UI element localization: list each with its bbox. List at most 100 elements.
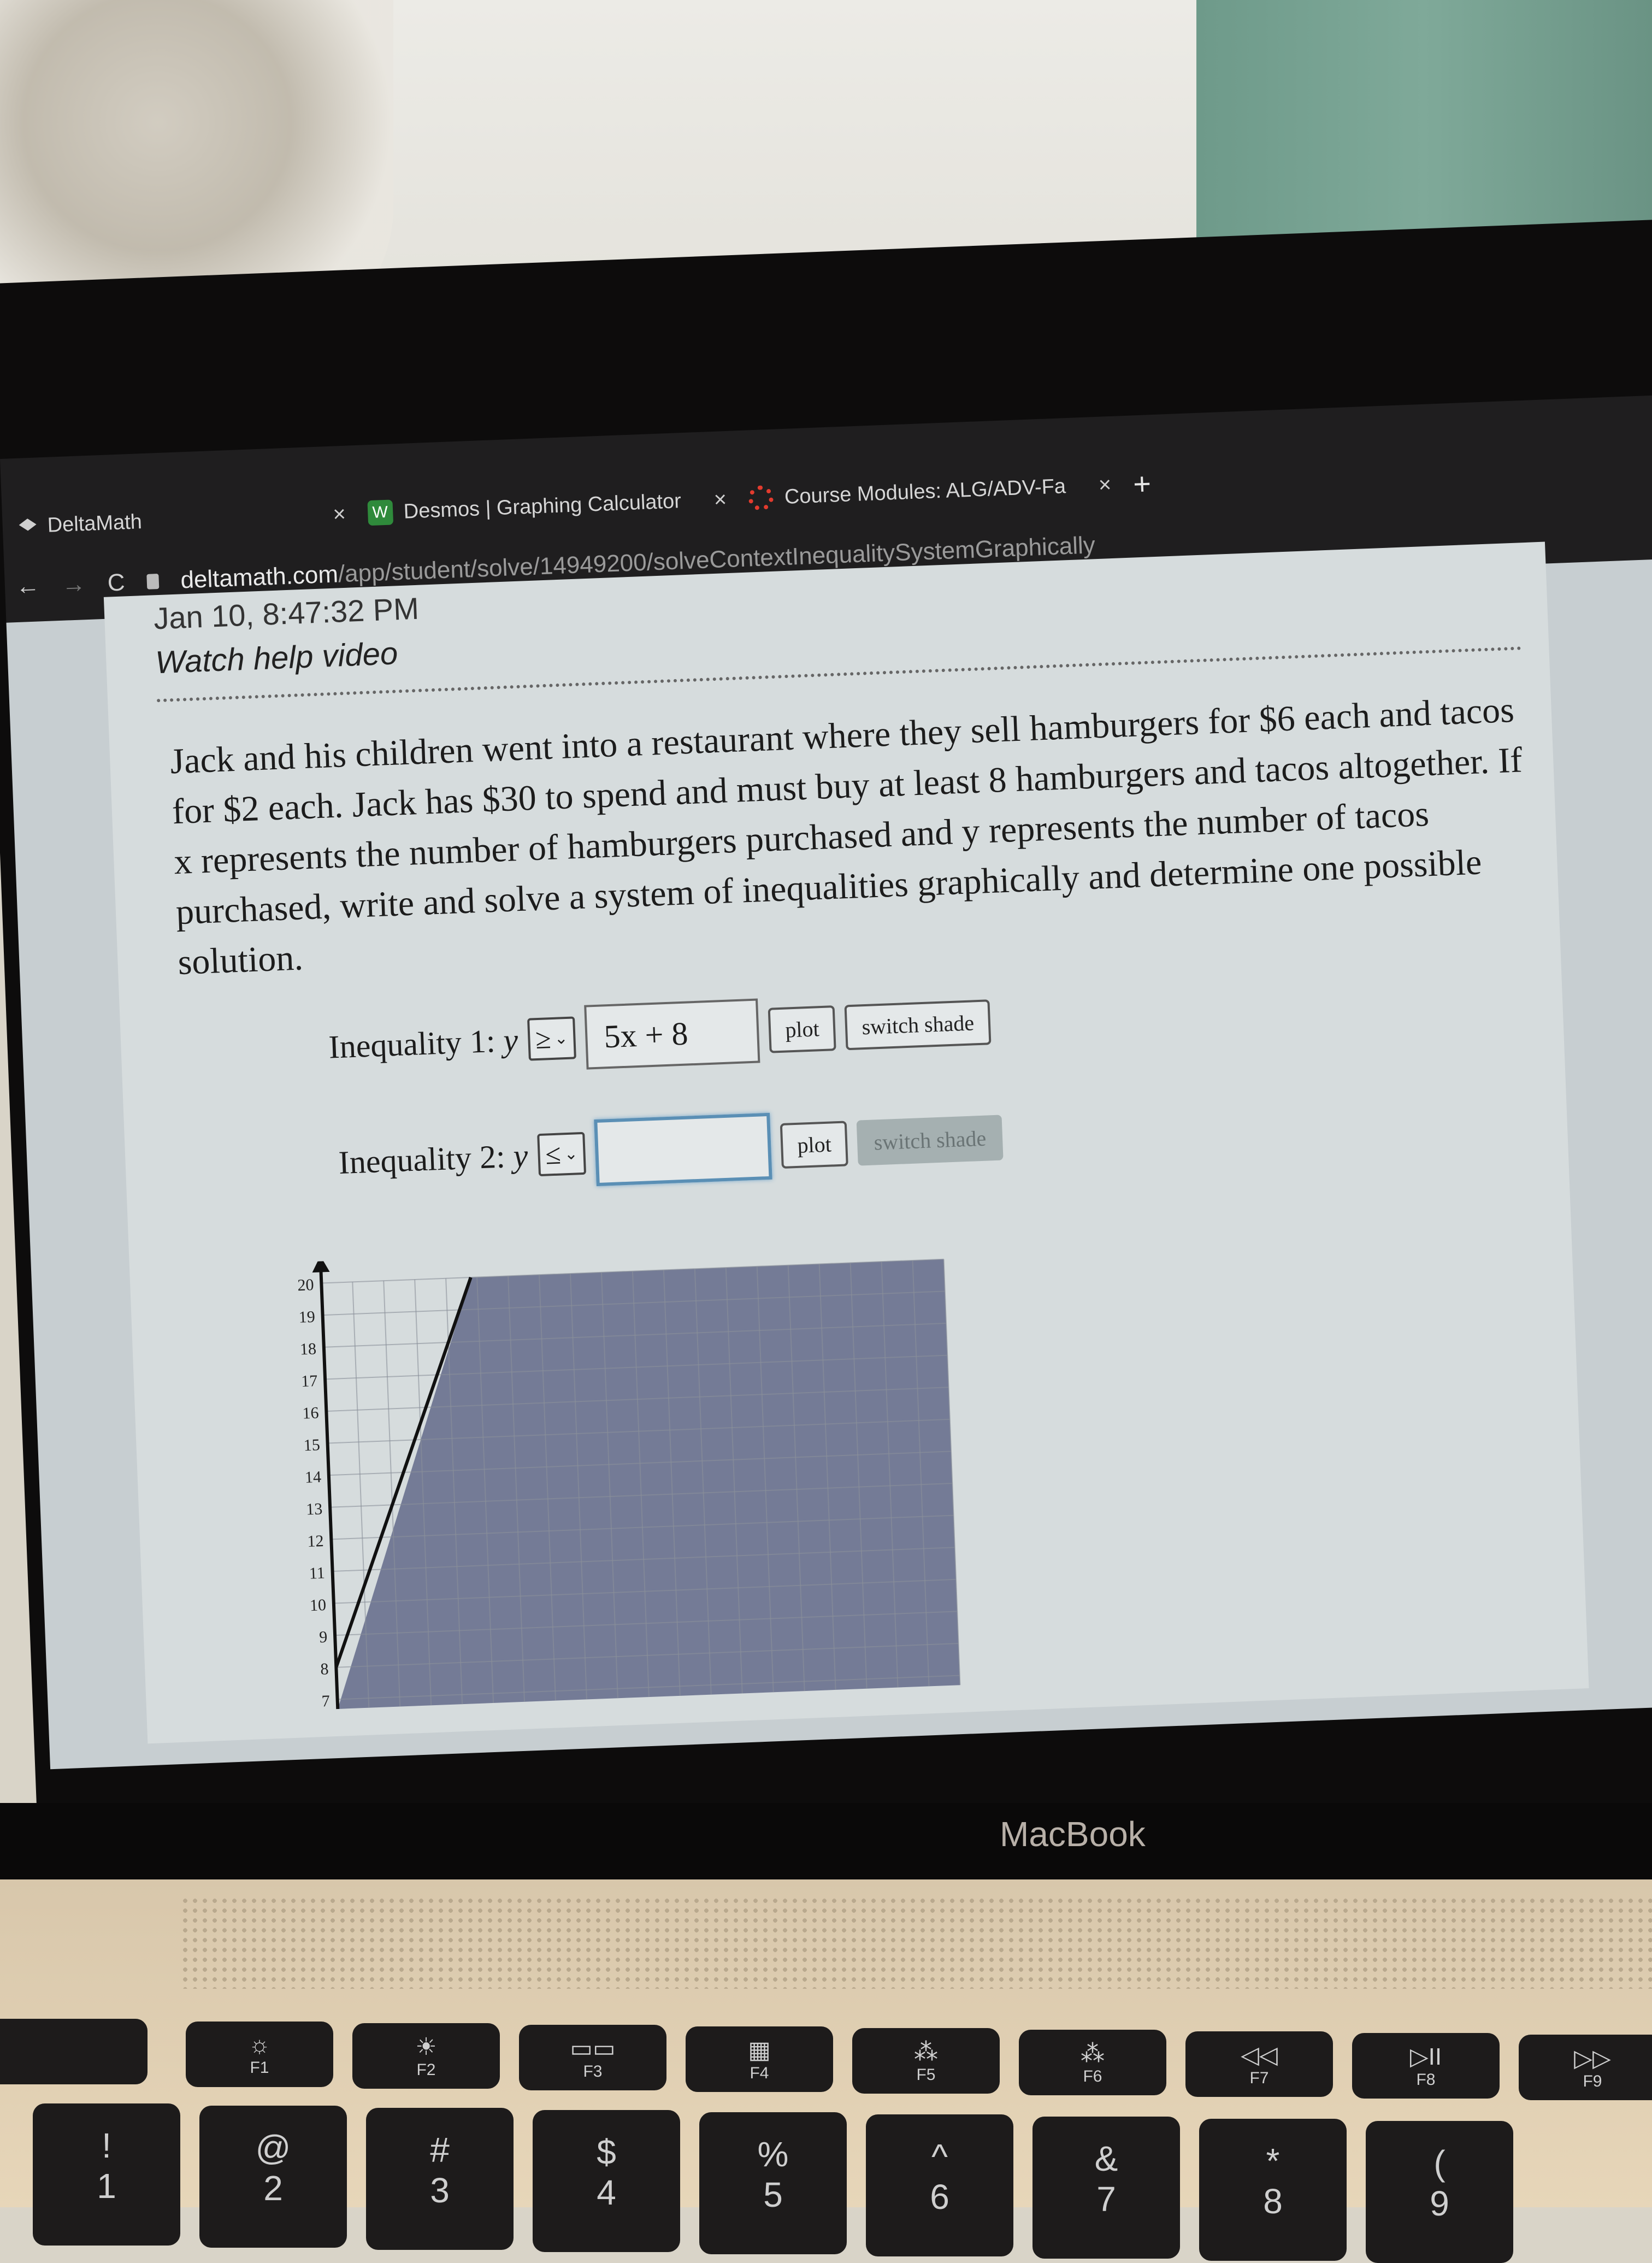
number-key-6[interactable]: ^ 6	[866, 2114, 1013, 2256]
key-glyph-icon: ☀	[415, 2033, 437, 2060]
key-digit: 1	[97, 2166, 116, 2206]
number-key-8[interactable]: * 8	[1199, 2119, 1347, 2261]
inequality-graph[interactable]: y 7 8 9 10 11 12 13 14 15 16 17 18 19 20	[261, 1236, 988, 1722]
y-tick-label: 15	[303, 1436, 320, 1454]
key-glyph-icon: ◁◁	[1241, 2041, 1278, 2068]
inequality-2-label: Inequality 2: y	[338, 1137, 529, 1181]
key-glyph-icon: ▷II	[1409, 2043, 1442, 2070]
key-label: F9	[1583, 2072, 1602, 2090]
y-tick-label: 19	[298, 1308, 315, 1327]
reload-icon[interactable]: C	[107, 569, 126, 597]
function-key-f4[interactable]: ▦ F4	[686, 2026, 833, 2092]
key-label: F3	[583, 2062, 603, 2081]
tab-label: Course Modules: ALG/ADV-Fa	[784, 474, 1066, 509]
y-axis-arrow	[312, 1256, 330, 1273]
key-glyph-icon: ⁂	[914, 2038, 938, 2065]
escape-key[interactable]	[0, 2019, 148, 2084]
key-digit: 4	[597, 2173, 616, 2212]
key-label: F7	[1249, 2068, 1269, 2087]
plot-button-2[interactable]: plot	[780, 1120, 849, 1169]
canvas-icon	[748, 485, 774, 511]
operator-select-1[interactable]: ≥ ⌄	[527, 1016, 577, 1061]
y-tick-label: 14	[304, 1468, 321, 1487]
key-digit: 6	[930, 2177, 949, 2217]
y-tick-label: 18	[299, 1340, 316, 1358]
switch-shade-button-1[interactable]: switch shade	[844, 999, 992, 1050]
tab-course-modules[interactable]: Course Modules: ALG/ADV-Fa ×	[748, 472, 1112, 511]
key-digit: 7	[1096, 2179, 1116, 2219]
problem-card: Jan 10, 8:47:32 PM Watch help video Jack…	[103, 541, 1589, 1744]
operator-select-2[interactable]: ≤ ⌄	[536, 1132, 587, 1177]
key-symbol: #	[430, 2130, 450, 2170]
function-key-f3[interactable]: ▭▭ F3	[519, 2025, 666, 2090]
function-key-f9[interactable]: ▷▷ F9	[1519, 2035, 1652, 2100]
expression-input-1[interactable]: 5x + 8	[584, 998, 760, 1070]
close-tab-icon[interactable]: ×	[1098, 472, 1112, 497]
key-glyph-icon: ☼	[248, 2031, 271, 2058]
switch-shade-button-2: switch shade	[857, 1115, 1004, 1166]
number-key-4[interactable]: $4	[533, 2110, 680, 2252]
key-label: F6	[1083, 2067, 1102, 2085]
function-key-f5[interactable]: ⁂ F5	[852, 2028, 1000, 2094]
speaker-grille	[180, 1896, 1652, 1989]
plot-button-1[interactable]: plot	[768, 1005, 837, 1053]
function-key-f6[interactable]: ⁂ F6	[1019, 2030, 1166, 2095]
function-key-f7[interactable]: ◁◁ F7	[1185, 2031, 1333, 2097]
number-key-7[interactable]: & 7	[1032, 2117, 1180, 2259]
timestamp: Jan 10, 8:47:32 PM	[153, 591, 420, 636]
key-symbol: !	[102, 2126, 111, 2165]
key-glyph-icon: ▭▭	[570, 2035, 616, 2062]
y-axis-label: y	[312, 1236, 323, 1255]
number-key-1[interactable]: ! 1	[33, 2103, 180, 2246]
back-icon[interactable]: ←	[15, 572, 40, 600]
key-symbol: (	[1433, 2143, 1446, 2183]
key-glyph-icon: ▷▷	[1574, 2044, 1611, 2072]
y-tick-label: 16	[302, 1404, 319, 1422]
y-tick-label: 20	[297, 1276, 314, 1294]
graduation-cap-icon	[19, 518, 37, 534]
key-glyph-icon: ▦	[748, 2036, 771, 2064]
key-symbol: *	[1266, 2141, 1280, 2181]
desmos-icon: W	[367, 499, 393, 526]
y-tick-label: 7	[321, 1692, 330, 1711]
watch-help-video-link[interactable]: Watch help video	[155, 635, 398, 681]
key-symbol: %	[757, 2135, 789, 2174]
tab-label: DeltaMath	[46, 510, 143, 537]
expression-input-2[interactable]	[594, 1112, 772, 1187]
number-key-9[interactable]: (9	[1366, 2121, 1513, 2263]
inequality-1-label: Inequality 1: y	[328, 1021, 519, 1065]
y-tick-label: 13	[306, 1500, 323, 1518]
y-tick-label: 17	[301, 1372, 318, 1390]
key-digit: 2	[263, 2168, 283, 2208]
new-tab-button[interactable]: +	[1132, 465, 1152, 502]
problem-text: Jack and his children went into a restau…	[169, 689, 1523, 983]
key-digit: 5	[763, 2175, 783, 2214]
number-key-2[interactable]: @2	[199, 2106, 347, 2248]
function-key-f8[interactable]: ▷II F8	[1352, 2033, 1500, 2099]
function-key-f1[interactable]: ☼ F1	[186, 2022, 333, 2087]
tab-label: Desmos | Graphing Calculator	[403, 489, 682, 523]
close-tab-icon[interactable]: ×	[333, 502, 346, 527]
laptop-screen: DeltaMath × W Desmos | Graphing Calculat…	[0, 393, 1652, 1770]
key-symbol: $	[597, 2132, 616, 2172]
close-tab-icon[interactable]: ×	[713, 487, 727, 512]
key-digit: 3	[430, 2171, 450, 2210]
y-tick-label: 10	[309, 1596, 326, 1614]
key-label: F1	[250, 2059, 269, 2077]
y-tick-label: 8	[320, 1660, 329, 1678]
key-symbol: &	[1094, 2139, 1118, 2178]
lock-icon	[146, 574, 160, 590]
key-label: F8	[1416, 2070, 1436, 2089]
tab-deltamath[interactable]: DeltaMath ×	[19, 502, 346, 539]
number-key-3[interactable]: #3	[366, 2108, 514, 2250]
chevron-down-icon: ⌄	[564, 1144, 579, 1163]
laptop-bottom-bezel	[0, 1803, 1652, 1879]
tab-desmos[interactable]: W Desmos | Graphing Calculator ×	[367, 487, 727, 526]
function-key-f2[interactable]: ☀ F2	[352, 2023, 500, 2089]
key-digit: 9	[1430, 2184, 1449, 2223]
key-label: F5	[916, 2065, 936, 2084]
key-symbol: ^	[931, 2137, 948, 2176]
number-key-5[interactable]: % 5	[699, 2112, 847, 2254]
key-glyph-icon: ⁂	[1081, 2040, 1105, 2067]
forward-icon[interactable]: →	[61, 570, 86, 599]
